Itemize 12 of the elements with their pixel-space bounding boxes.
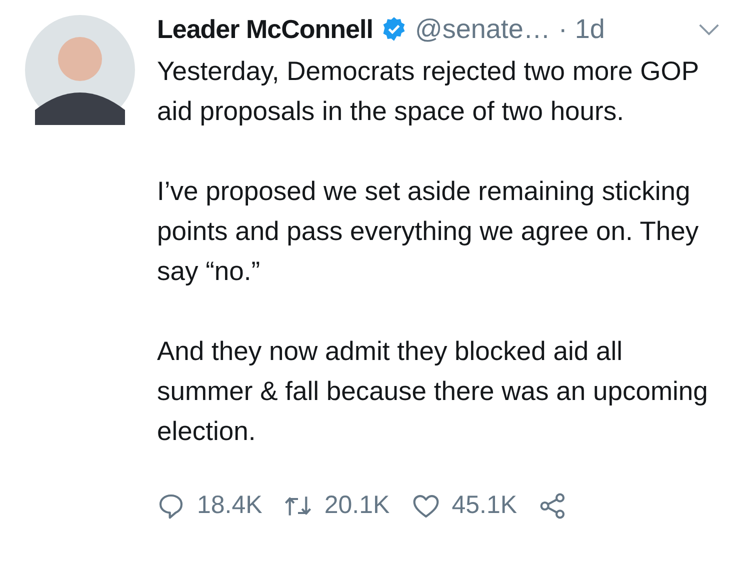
chevron-down-icon[interactable] — [698, 22, 720, 36]
share-icon[interactable] — [539, 492, 568, 520]
timestamp[interactable]: · 1d — [558, 14, 605, 44]
speech-bubble-icon[interactable] — [157, 492, 185, 520]
author-name[interactable]: Leader McConnell — [157, 14, 373, 44]
tweet-text: And they now admit they blocked aid all summer & fall because there was an upcoming election. — [157, 335, 709, 448]
action-count: 45.1K — [452, 491, 518, 520]
action-count: 20.1K — [324, 491, 390, 520]
tweet-text: Yesterday, Democrats rejected two more GOP aid proposals in the space of two hours. — [157, 55, 700, 128]
action-count: 18.4K — [197, 491, 262, 520]
tweet-text: I’ve proposed we set aside remaining sticking points and pass everything we agree on. They say “no.” — [157, 175, 700, 288]
author-handle[interactable]: @senate… — [414, 14, 550, 44]
